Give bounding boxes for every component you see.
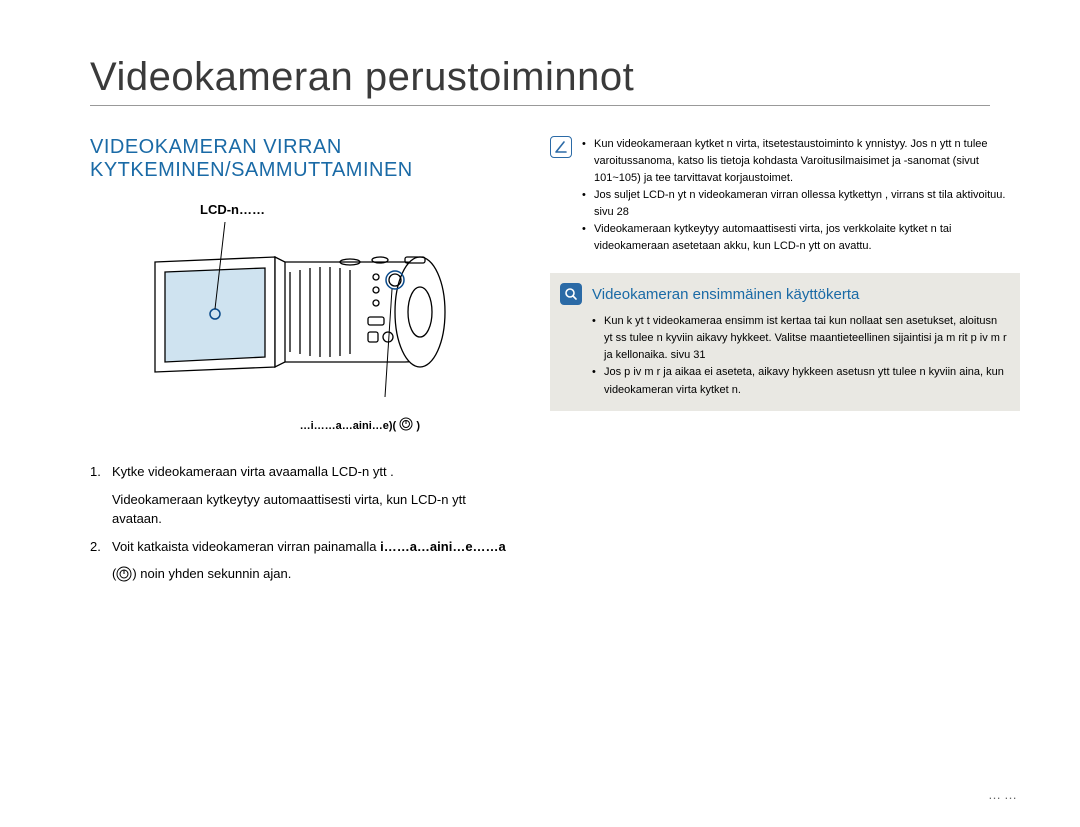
power-icon — [399, 417, 413, 431]
lcd-label: LCD‑n…… — [200, 202, 265, 217]
highlight-body: •Kun k yt t videokameraa ensimm ist kert… — [560, 313, 1008, 398]
page-number: …… — [988, 787, 1020, 802]
left-column: VIDEOKAMERAN VIRRAN KYTKEMINEN/SAMMUTTAM… — [60, 126, 540, 584]
step-2-before: Voit katkaista videokameran virran paina… — [112, 539, 380, 554]
highlight-head: Videokameran ensimmäinen käyttökerta — [560, 283, 1008, 305]
info-block: •Kun videokameraan kytket n virta, itset… — [550, 136, 1020, 255]
highlight-bullet: •Jos p iv m r ja aikaa ei aseteta, aikav… — [592, 364, 1008, 398]
step-text: Voit katkaista videokameran virran paina… — [112, 537, 510, 557]
info-bullet: •Kun videokameraan kytket n virta, itset… — [582, 136, 1020, 187]
highlight-bullet: •Kun k yt t videokameraa ensimm ist kert… — [592, 313, 1008, 364]
power-button-label: …i……a…aini…e)( ) — [300, 417, 420, 432]
camcorder-diagram — [120, 202, 480, 412]
step-text: Kytke videokameraan virta avaamalla LCD-… — [112, 462, 510, 482]
power-icon — [116, 566, 132, 582]
info-bullet-text: Videokameraan kytkeytyy automaattisesti … — [594, 221, 1020, 255]
content-columns: VIDEOKAMERAN VIRRAN KYTKEMINEN/SAMMUTTAM… — [0, 126, 1080, 584]
step-number: 1. — [90, 462, 112, 482]
highlight-box: Videokameran ensimmäinen käyttökerta •Ku… — [550, 273, 1020, 410]
highlight-bullet-text: Jos p iv m r ja aikaa ei aseteta, aikavy… — [604, 364, 1008, 398]
highlight-title: Videokameran ensimmäinen käyttökerta — [592, 286, 859, 303]
step-2-line2: ( ) noin yhden sekunnin ajan. — [112, 564, 510, 584]
power-button-label-text: …i……a…aini…e)( — [300, 420, 397, 432]
page-title: Videokameran perustoiminnot — [0, 0, 1080, 105]
info-bullet-text: Kun videokameraan kytket n virta, itsete… — [594, 136, 1020, 187]
step-2-bold: i……a…aini…e……a — [380, 539, 506, 554]
info-text: •Kun videokameraan kytket n virta, itset… — [582, 136, 1020, 255]
info-bullet: •Videokameraan kytkeytyy automaattisesti… — [582, 221, 1020, 255]
note-icon — [550, 136, 572, 158]
steps-list: 1. Kytke videokameraan virta avaamalla L… — [90, 462, 510, 584]
magnifier-icon — [560, 283, 582, 305]
power-button-label-close: ) — [416, 420, 420, 432]
step-number: 2. — [90, 537, 112, 557]
step-2: 2. Voit katkaista videokameran virran pa… — [90, 537, 510, 557]
highlight-bullet-text: Kun k yt t videokameraa ensimm ist kerta… — [604, 313, 1008, 364]
info-bullet: •Jos suljet LCD-n yt n videokameran virr… — [582, 187, 1020, 221]
camera-illustration: LCD‑n…… — [120, 202, 480, 432]
right-column: •Kun videokameraan kytket n virta, itset… — [550, 126, 1020, 584]
title-underline — [90, 105, 990, 106]
section-heading: VIDEOKAMERAN VIRRAN KYTKEMINEN/SAMMUTTAM… — [90, 136, 540, 182]
step-1-sub: Videokameraan kytkeytyy automaattisesti … — [112, 490, 510, 529]
step-1: 1. Kytke videokameraan virta avaamalla L… — [90, 462, 510, 482]
step-2-line2-after: ) noin yhden sekunnin ajan. — [132, 566, 291, 581]
info-bullet-text: Jos suljet LCD-n yt n videokameran virra… — [594, 187, 1020, 221]
